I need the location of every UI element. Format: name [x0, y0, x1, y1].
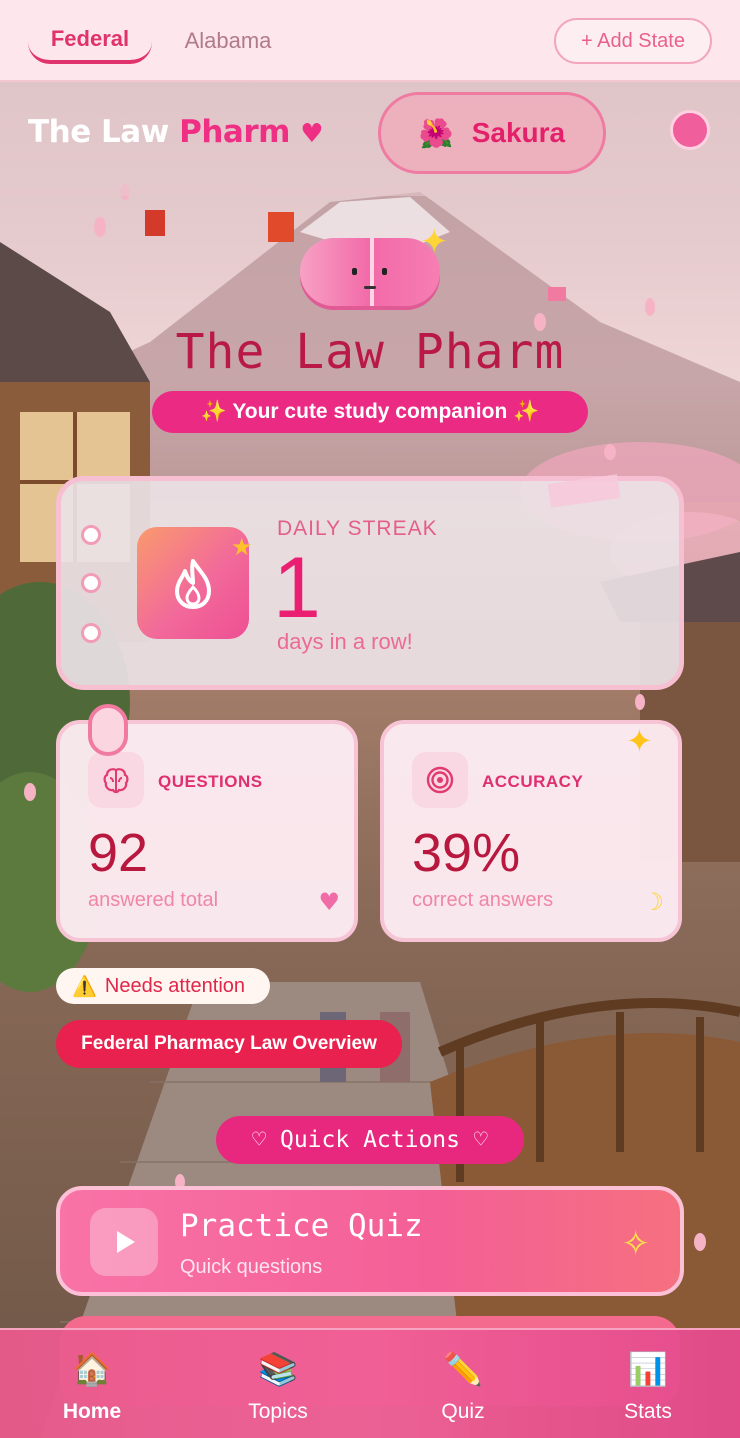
hero-title: The Law Pharm: [175, 324, 565, 380]
sparkle-icon: ✦: [420, 222, 449, 262]
pill-divider: [370, 238, 374, 306]
hibiscus-icon: 🌺: [418, 116, 454, 150]
play-icon: [90, 1208, 158, 1276]
needs-attention-badge: ⚠️ Needs attention: [56, 968, 270, 1004]
streak-value: 1: [273, 540, 321, 636]
nav-home-label: Home: [62, 1400, 122, 1423]
nav-home[interactable]: 🏠 Home: [32, 1350, 152, 1424]
mascot-eye-left: [352, 268, 357, 275]
questions-caption: answered total: [88, 889, 219, 911]
accuracy-caption: correct answers: [412, 889, 554, 911]
nav-topics-label: Topics: [248, 1400, 308, 1423]
nav-quiz-label: Quiz: [441, 1400, 485, 1423]
streak-caption: days in a row!: [277, 629, 413, 654]
bar-chart-icon: 📊: [628, 1350, 668, 1388]
warning-icon: ⚠️: [72, 975, 97, 998]
add-state-button[interactable]: + Add State: [554, 18, 712, 64]
streak-label: DAILY STREAK: [277, 517, 438, 540]
quick-actions-heading: ♡ Quick Actions ♡: [216, 1116, 524, 1164]
star-icon: ★: [231, 533, 253, 561]
notebook-hole: [81, 573, 101, 593]
needs-attention-label: Needs attention: [104, 974, 246, 997]
mascot-eye-right: [382, 268, 387, 275]
tab-federal[interactable]: Federal: [28, 18, 152, 64]
pill-mascot-icon: [300, 238, 440, 306]
tab-alabama[interactable]: Alabama: [168, 18, 288, 64]
nav-stats[interactable]: 📊 Stats: [588, 1350, 708, 1424]
mode-toggle-dot[interactable]: [670, 110, 710, 150]
notebook-hole: [81, 623, 101, 643]
theme-switch-button[interactable]: 🌺 Sakura: [378, 92, 606, 174]
paper-clip-decoration: [88, 704, 128, 756]
nav-topics[interactable]: 📚 Topics: [218, 1350, 338, 1424]
notebook-hole: [81, 525, 101, 545]
bottom-navigation: 🏠 Home 📚 Topics ✏️ Quiz 📊 Stats: [0, 1328, 740, 1438]
hero-subtitle: ✨ Your cute study companion ✨: [152, 391, 588, 433]
tape-decoration: [547, 474, 621, 508]
house-icon: 🏠: [72, 1350, 112, 1388]
practice-quiz-title: Practice Quiz: [180, 1208, 423, 1244]
questions-label: QUESTIONS: [158, 772, 263, 791]
pencil-icon: ✏️: [443, 1350, 483, 1388]
accuracy-label: ACCURACY: [482, 772, 584, 791]
brand-logo[interactable]: The Law Pharm ♥: [28, 114, 324, 150]
daily-streak-card: ★ DAILY STREAK 1 days in a row!: [56, 474, 684, 690]
practice-quiz-button[interactable]: Practice Quiz Quick questions ✧: [56, 1186, 684, 1296]
moon-icon: ☽: [642, 888, 664, 916]
heart-icon: ♥: [318, 888, 340, 916]
brand-text-white: The Law: [28, 114, 180, 150]
practice-quiz-subtitle: Quick questions: [180, 1256, 323, 1278]
state-tab-bar: Federal Alabama + Add State: [0, 0, 740, 82]
nav-quiz[interactable]: ✏️ Quiz: [403, 1350, 523, 1424]
brain-icon: [88, 752, 144, 808]
books-icon: 📚: [258, 1350, 298, 1388]
accuracy-value: 39%: [412, 823, 521, 883]
brand-text-pink: Pharm: [179, 114, 290, 150]
target-icon: [412, 752, 468, 808]
sparkle-icon: ✧: [621, 1224, 651, 1264]
mascot-mouth: [364, 286, 376, 289]
nav-stats-label: Stats: [624, 1400, 672, 1423]
heart-icon: ♥: [300, 119, 324, 149]
weak-topic-chip[interactable]: Federal Pharmacy Law Overview: [56, 1020, 402, 1068]
star-icon: ✦: [626, 722, 653, 760]
theme-label: Sakura: [471, 117, 566, 148]
questions-value: 92: [88, 823, 149, 883]
